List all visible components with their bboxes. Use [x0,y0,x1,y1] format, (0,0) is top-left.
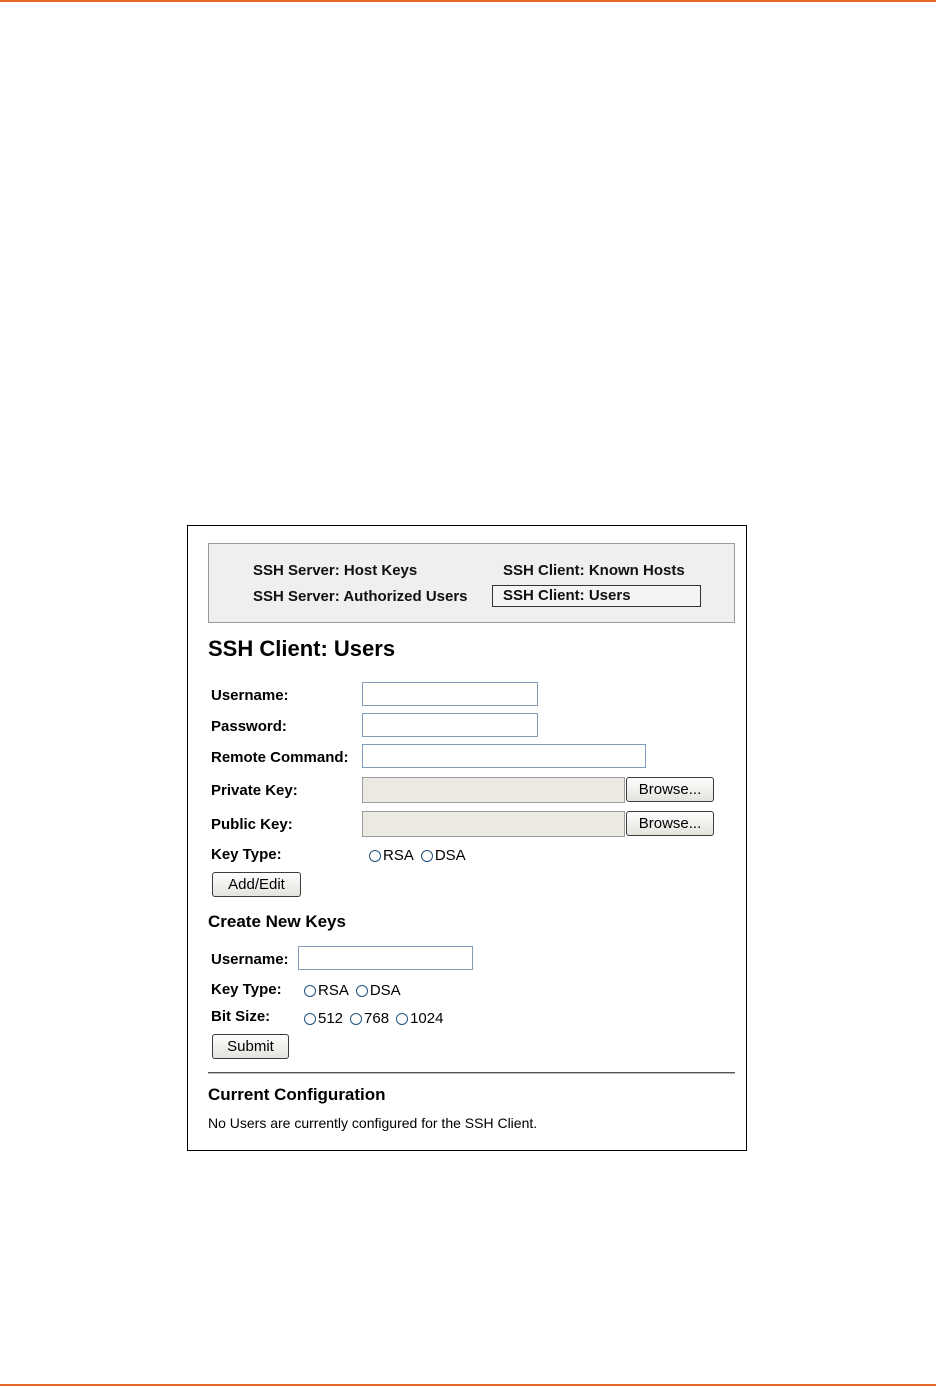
ssh-client-users-panel: SSH Server: Host Keys SSH Server: Author… [187,525,747,1151]
bit-size-1024-label: 1024 [410,1010,444,1027]
key-type-label: Key Type: [211,846,282,863]
nav-ssh-client-known-hosts[interactable]: SSH Client: Known Hosts [503,562,685,580]
password-label: Password: [211,718,287,735]
key-type-radio-group: RSA DSA [369,847,473,864]
private-key-file-field[interactable] [362,777,625,803]
create-username-input[interactable] [298,946,473,970]
top-accent-rule [0,0,936,2]
nav-ssh-server-authorized-users[interactable]: SSH Server: Authorized Users [253,588,468,606]
nav-ssh-client-users[interactable]: SSH Client: Users [492,585,701,607]
page-title: SSH Client: Users [208,636,396,661]
public-key-file-field[interactable] [362,811,625,837]
key-type-rsa-radio[interactable] [369,849,381,862]
key-type-dsa-label: DSA [434,847,466,864]
bit-size-1024-radio[interactable] [396,1012,409,1025]
nav-ssh-server-host-keys[interactable]: SSH Server: Host Keys [253,562,417,580]
bit-size-768-label: 768 [364,1010,390,1027]
public-key-browse-button[interactable]: Browse... [626,811,714,836]
current-configuration-heading: Current Configuration [208,1085,386,1104]
bit-size-512-radio[interactable] [304,1012,316,1025]
ssh-nav-box: SSH Server: Host Keys SSH Server: Author… [208,543,735,623]
create-key-type-rsa-radio[interactable] [304,984,316,997]
bit-size-768-radio[interactable] [350,1012,363,1025]
public-key-label: Public Key: [211,816,293,833]
create-key-type-rsa-label: RSA [318,982,349,999]
password-input[interactable] [362,713,538,737]
key-type-rsa-label: RSA [383,847,414,864]
create-new-keys-heading: Create New Keys [208,912,346,931]
username-label: Username: [211,687,289,704]
key-type-dsa-radio[interactable] [420,849,433,862]
current-configuration-message: No Users are currently configured for th… [208,1115,538,1131]
private-key-label: Private Key: [211,782,298,799]
create-key-type-dsa-radio[interactable] [355,984,368,997]
bit-size-label: Bit Size: [211,1008,271,1025]
bottom-accent-rule [0,1384,936,1386]
bit-size-radio-group: 512 768 1024 [304,1010,450,1027]
create-key-type-radio-group: RSA DSA [304,982,408,999]
create-key-type-label: Key Type: [211,981,282,998]
create-key-type-dsa-label: DSA [369,982,401,999]
submit-button[interactable]: Submit [212,1034,289,1059]
bit-size-512-label: 512 [318,1010,344,1027]
section-divider [208,1072,735,1074]
remote-command-label: Remote Command: [211,749,349,766]
add-edit-button[interactable]: Add/Edit [212,872,301,897]
username-input[interactable] [362,682,538,706]
remote-command-input[interactable] [362,744,646,768]
create-username-label: Username: [211,951,289,968]
private-key-browse-button[interactable]: Browse... [626,777,714,802]
